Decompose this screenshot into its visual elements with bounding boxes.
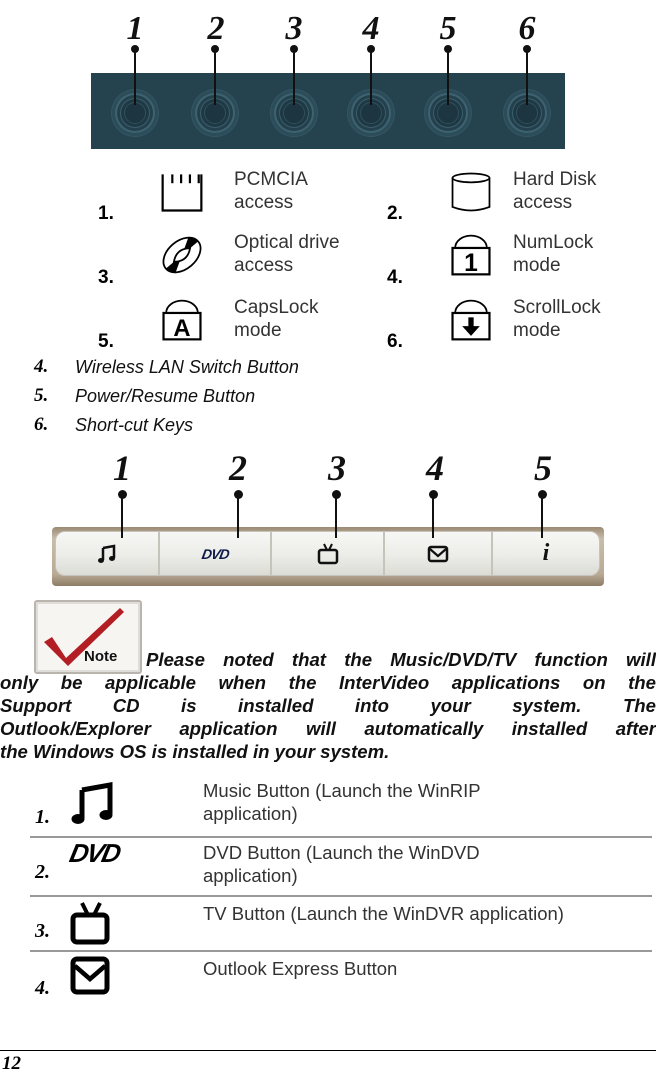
callout-line [121, 494, 123, 538]
dvd-logo-icon: DVD [200, 545, 230, 562]
callout-line [526, 47, 528, 105]
shortcut-callout-number: 4 [426, 448, 444, 488]
row-description: TV Button (Launch the WinDVR application… [203, 903, 564, 924]
list-item: Power/Resume Button [75, 386, 256, 406]
shortcut-callout-number: 1 [113, 448, 131, 488]
mail-button[interactable] [384, 531, 492, 576]
legend-label: Optical drive access [234, 232, 340, 276]
dvd-button[interactable]: DVD [159, 531, 271, 576]
callout-line [214, 47, 216, 105]
music-button[interactable] [55, 531, 159, 576]
legend-label: CapsLock mode [234, 297, 319, 341]
legend-number: 6. [387, 331, 403, 352]
shortcut-callout-number: 3 [328, 448, 346, 488]
legend-number: 5. [98, 331, 114, 352]
footer-divider [0, 1050, 656, 1051]
row-description: DVD Button (Launch the WinDVD application… [203, 842, 480, 886]
row-number: 2. [35, 861, 50, 883]
led-callout-number: 6 [518, 10, 536, 47]
list-item: Wireless LAN Switch Button [75, 357, 299, 377]
note-text: Please noted that the Music/DVD/TV funct… [0, 649, 656, 762]
legend-label: ScrollLock mode [513, 297, 601, 341]
row-description: Music Button (Launch the WinRIP applicati… [203, 780, 481, 824]
shortcut-callout-number: 2 [229, 448, 247, 488]
shortcut-callout-number: 5 [534, 448, 552, 488]
music-note-icon [98, 544, 116, 563]
list-item: Short-cut Keys [75, 415, 194, 435]
info-button[interactable]: i [492, 531, 600, 576]
list-number: 4. [34, 356, 49, 377]
legend-label: NumLock mode [513, 232, 594, 276]
hard-disk-icon [451, 172, 491, 212]
row-divider [30, 895, 652, 897]
row-divider [30, 950, 652, 952]
dvd-logo-icon: DVD [66, 838, 123, 868]
info-icon: i [542, 540, 550, 566]
list-number: 5. [34, 385, 49, 406]
callout-line [541, 494, 543, 538]
mail-icon [427, 545, 449, 562]
callout-line [447, 47, 449, 105]
callout-line [370, 47, 372, 105]
led-callout-number: 1 [126, 10, 144, 47]
music-note-icon [71, 782, 113, 824]
legend-label: Hard Disk access [513, 169, 597, 213]
optical-drive-icon [162, 236, 202, 274]
pcmcia-icon [161, 174, 203, 212]
numlock-icon: 1 [451, 234, 491, 277]
led-panel [91, 73, 565, 149]
callout-line [432, 494, 434, 538]
callout-line [134, 47, 136, 105]
row-divider [30, 836, 652, 838]
callout-line [335, 494, 337, 538]
led-callout-number: 5 [439, 10, 457, 47]
legend-number: 1. [98, 203, 114, 224]
mail-icon [70, 956, 110, 995]
row-number: 4. [35, 977, 50, 999]
legend-number: 3. [98, 267, 114, 288]
tv-icon [317, 543, 338, 564]
led-callout-number: 2 [207, 10, 225, 47]
callout-line [237, 494, 239, 538]
row-description: Outlook Express Button [203, 958, 398, 979]
capslock-icon: A [162, 299, 202, 342]
row-number: 3. [35, 920, 50, 942]
scrolllock-icon [451, 299, 491, 341]
legend-number: 2. [387, 203, 403, 224]
svg-text:1: 1 [464, 250, 478, 277]
legend-label: PCMCIA access [234, 169, 308, 213]
tv-icon [70, 902, 110, 945]
led-callout-number: 3 [285, 10, 303, 47]
callout-line [293, 47, 295, 105]
tv-button[interactable] [271, 531, 384, 576]
legend-number: 4. [387, 267, 403, 288]
list-number: 6. [34, 414, 49, 435]
row-number: 1. [35, 806, 50, 828]
svg-text:A: A [173, 315, 190, 342]
led-callout-number: 4 [362, 10, 380, 47]
